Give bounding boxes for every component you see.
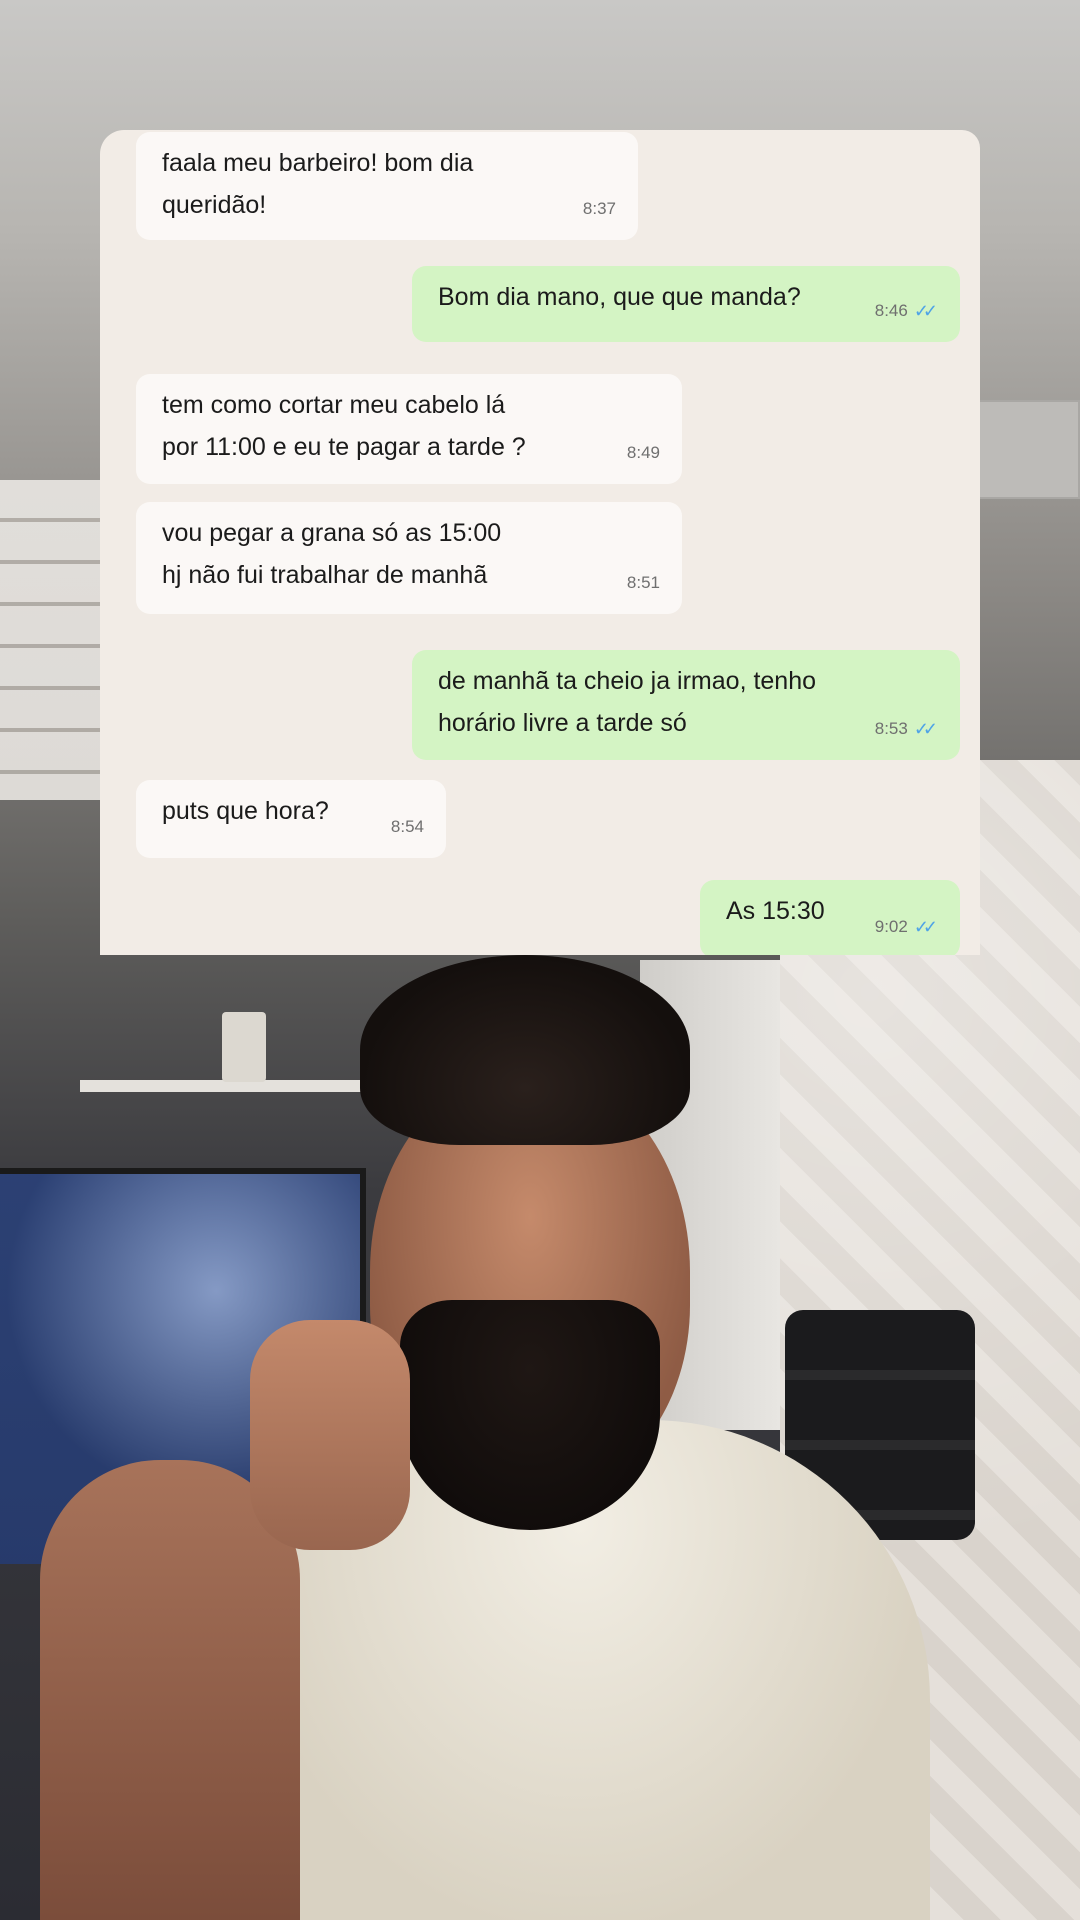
- cup: [222, 1012, 266, 1082]
- double-check-icon: ✓✓: [913, 301, 938, 321]
- message-time: 8:51: [626, 573, 660, 592]
- message-bubble-outgoing: As 15:30 9:02 ✓✓: [700, 880, 960, 955]
- shelf-with-miniatures: [0, 480, 100, 800]
- message-text: faala meu barbeiro! bom dia queridão!: [162, 149, 474, 219]
- message-meta: 8:51: [627, 562, 660, 604]
- message-meta: 8:49: [627, 432, 660, 474]
- message-bubble-incoming: puts que hora? 8:54: [136, 780, 446, 858]
- double-check-icon: ✓✓: [913, 917, 938, 937]
- person-hand: [250, 1320, 410, 1550]
- message-bubble-incoming: tem como cortar meu cabelo lá por 11:00 …: [136, 374, 682, 484]
- message-time: 8:37: [582, 199, 616, 218]
- message-meta: 8:54: [391, 806, 424, 848]
- message-time: 8:49: [626, 443, 660, 462]
- message-meta: 8:46 ✓✓: [875, 290, 938, 332]
- ceiling-vent: [971, 400, 1080, 499]
- double-check-icon: ✓✓: [913, 719, 938, 739]
- person-tattooed-arm: [40, 1460, 300, 1920]
- person-beard: [400, 1300, 660, 1530]
- message-text: vou pegar a grana só as 15:00 hj não fui…: [162, 519, 502, 589]
- message-bubble-outgoing: Bom dia mano, que que manda? 8:46 ✓✓: [412, 266, 960, 342]
- message-time: 8:53: [874, 719, 908, 738]
- message-meta: 8:53 ✓✓: [875, 708, 938, 750]
- person-hair: [360, 955, 690, 1145]
- message-bubble-incoming: vou pegar a grana só as 15:00 hj não fui…: [136, 502, 682, 614]
- message-bubble-outgoing: de manhã ta cheio ja irmao, tenho horári…: [412, 650, 960, 760]
- chat-screenshot: faala meu barbeiro! bom dia queridão! 8:…: [100, 130, 980, 955]
- message-time: 8:46: [874, 301, 908, 320]
- message-time: 9:02: [874, 917, 908, 936]
- message-text: Bom dia mano, que que manda?: [438, 283, 801, 311]
- message-text: puts que hora?: [162, 797, 329, 825]
- message-bubble-incoming: faala meu barbeiro! bom dia queridão! 8:…: [136, 132, 638, 240]
- message-time: 8:54: [390, 817, 424, 836]
- message-text: de manhã ta cheio ja irmao, tenho horári…: [438, 667, 817, 737]
- message-meta: 8:37: [583, 188, 616, 230]
- message-text: tem como cortar meu cabelo lá por 11:00 …: [162, 391, 526, 461]
- message-meta: 9:02 ✓✓: [875, 906, 938, 948]
